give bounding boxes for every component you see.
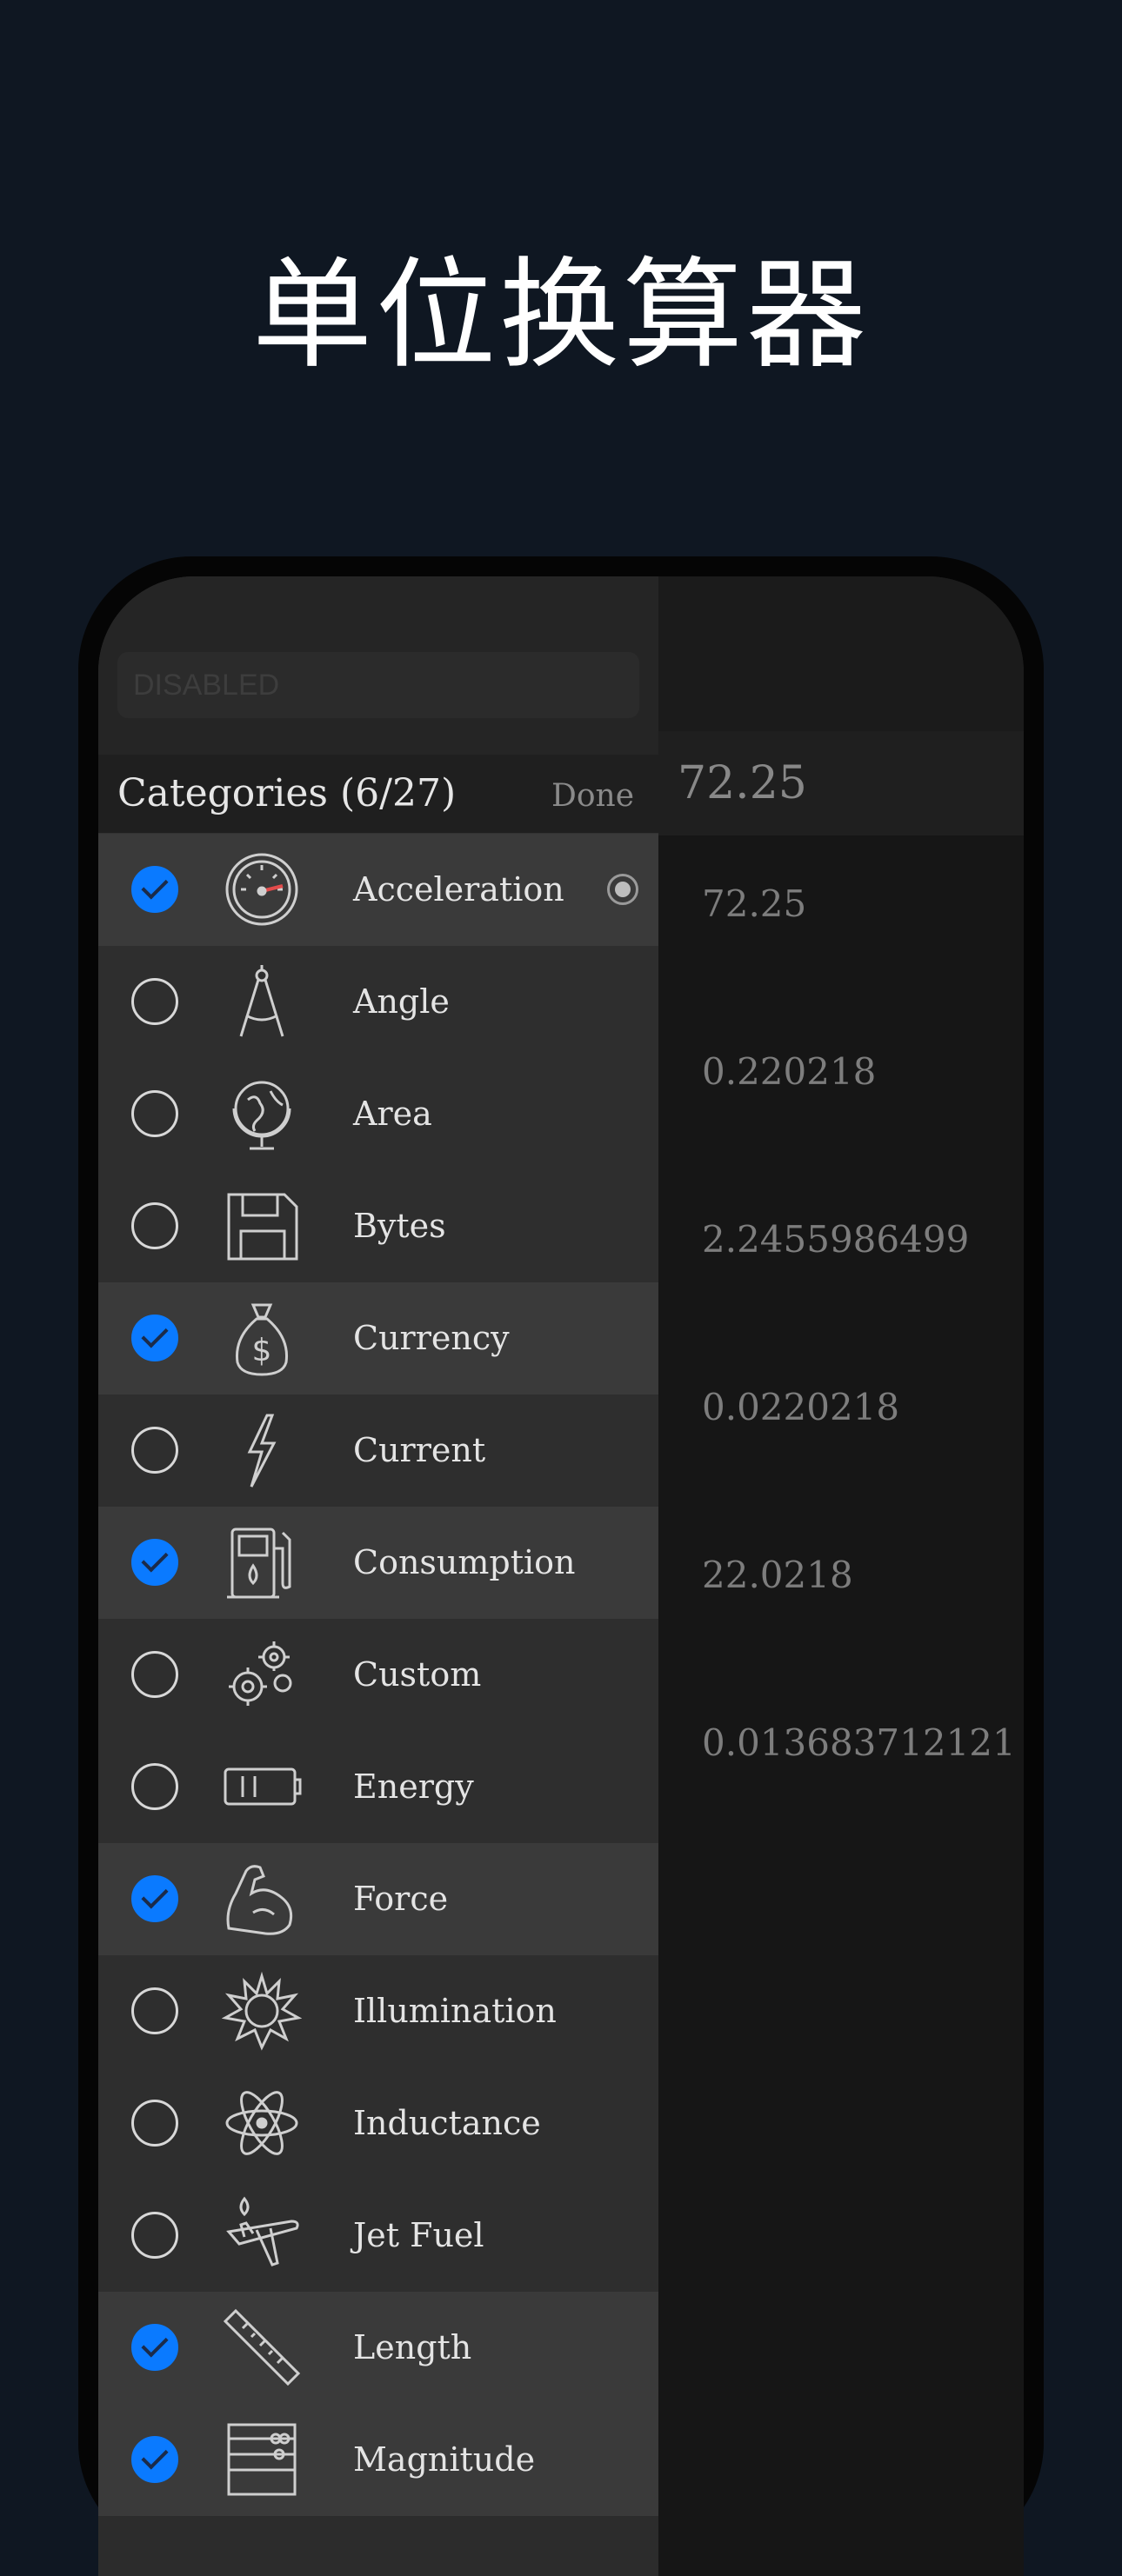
value-input[interactable]: 72.25 [658, 731, 1024, 835]
result-value[interactable]: 0.220218 [702, 1050, 876, 1093]
category-label: Bytes [353, 1207, 446, 1245]
category-label: Length [353, 2328, 472, 2366]
category-row-magnitude[interactable]: Magnitude [98, 2404, 658, 2516]
floppy-disk-icon [222, 1186, 302, 1266]
money-bag-icon: $ [222, 1298, 302, 1378]
checkbox-checked[interactable] [131, 866, 178, 913]
app-screen: 72.25 72.25 0.220218 2.2455986499 0.0220… [98, 576, 1024, 2576]
category-row-jet-fuel[interactable]: Jet Fuel [98, 2180, 658, 2292]
category-row-area[interactable]: Area [98, 1058, 658, 1170]
category-row-force[interactable]: Force [98, 1843, 658, 1955]
checkbox[interactable] [131, 2100, 178, 2147]
category-row-bytes[interactable]: Bytes [98, 1170, 658, 1282]
category-label: Angle [353, 982, 450, 1021]
flexed-arm-icon [222, 1859, 302, 1939]
phone-frame: 72.25 72.25 0.220218 2.2455986499 0.0220… [78, 556, 1044, 2576]
categories-top: DISABLED [98, 576, 658, 755]
checkbox-checked[interactable] [131, 2436, 178, 2483]
result-value[interactable]: 72.25 [702, 882, 806, 925]
checkbox-checked[interactable] [131, 1875, 178, 1922]
gears-icon [222, 1634, 302, 1714]
compass-icon [222, 962, 302, 1042]
lightning-bolt-icon [222, 1410, 302, 1490]
fuel-pump-icon [222, 1522, 302, 1602]
checkbox[interactable] [131, 1427, 178, 1474]
ruler-icon [222, 2307, 302, 2387]
atom-icon [222, 2083, 302, 2163]
category-row-illumination[interactable]: Illumination [98, 1955, 658, 2067]
category-label: Force [353, 1880, 449, 1918]
category-label: Current [353, 1431, 486, 1469]
category-row-custom[interactable]: Custom [98, 1619, 658, 1731]
done-button[interactable]: Done [551, 755, 634, 837]
checkbox[interactable] [131, 1763, 178, 1810]
categories-header: Categories (6/27) Done [98, 755, 658, 834]
checkbox[interactable] [131, 978, 178, 1025]
category-row-consumption[interactable]: Consumption [98, 1507, 658, 1619]
checkbox[interactable] [131, 1090, 178, 1137]
category-label: Consumption [353, 1543, 576, 1581]
checkbox-checked[interactable] [131, 2324, 178, 2371]
abacus-icon [222, 2420, 302, 2499]
result-value[interactable]: 0.013683712121 [702, 1721, 1016, 1764]
category-list: Acceleration Angle Area Bytes $ Currency… [98, 834, 658, 2516]
category-row-current[interactable]: Current [98, 1395, 658, 1507]
checkbox[interactable] [131, 2212, 178, 2259]
speedometer-icon [222, 849, 302, 929]
category-row-acceleration[interactable]: Acceleration [98, 834, 658, 946]
category-label: Energy [353, 1767, 474, 1806]
checkbox[interactable] [131, 1987, 178, 2034]
result-value[interactable]: 0.0220218 [702, 1386, 899, 1428]
category-label: Currency [353, 1319, 510, 1357]
category-label: Acceleration [353, 870, 564, 909]
disabled-search-field: DISABLED [117, 652, 639, 718]
category-row-angle[interactable]: Angle [98, 946, 658, 1058]
promo-title: 单位换算器 [251, 245, 870, 385]
categories-title: Categories (6/27) [117, 771, 457, 815]
category-row-energy[interactable]: Energy [98, 1731, 658, 1843]
categories-pane: DISABLED Categories (6/27) Done Accelera… [98, 576, 658, 2576]
checkbox[interactable] [131, 1202, 178, 1249]
category-label: Magnitude [353, 2440, 536, 2479]
category-label: Custom [353, 1655, 482, 1694]
checkbox-checked[interactable] [131, 1539, 178, 1586]
battery-icon [222, 1747, 302, 1827]
default-radio[interactable] [607, 874, 638, 905]
category-row-currency[interactable]: $ Currency [98, 1282, 658, 1395]
category-label: Inductance [353, 2104, 541, 2142]
category-label: Jet Fuel [353, 2216, 484, 2254]
globe-icon [222, 1074, 302, 1154]
converter-pane: 72.25 72.25 0.220218 2.2455986499 0.0220… [658, 576, 1024, 2576]
result-value[interactable]: 2.2455986499 [702, 1218, 969, 1261]
sun-icon [221, 1971, 303, 2051]
checkbox-checked[interactable] [131, 1315, 178, 1361]
result-value[interactable]: 22.0218 [702, 1554, 853, 1596]
category-row-length[interactable]: Length [98, 2292, 658, 2404]
svg-text:$: $ [252, 1333, 272, 1368]
category-label: Illumination [353, 1992, 557, 2030]
checkbox[interactable] [131, 1651, 178, 1698]
category-label: Area [353, 1095, 432, 1133]
category-row-inductance[interactable]: Inductance [98, 2067, 658, 2180]
airplane-icon [222, 2195, 302, 2275]
